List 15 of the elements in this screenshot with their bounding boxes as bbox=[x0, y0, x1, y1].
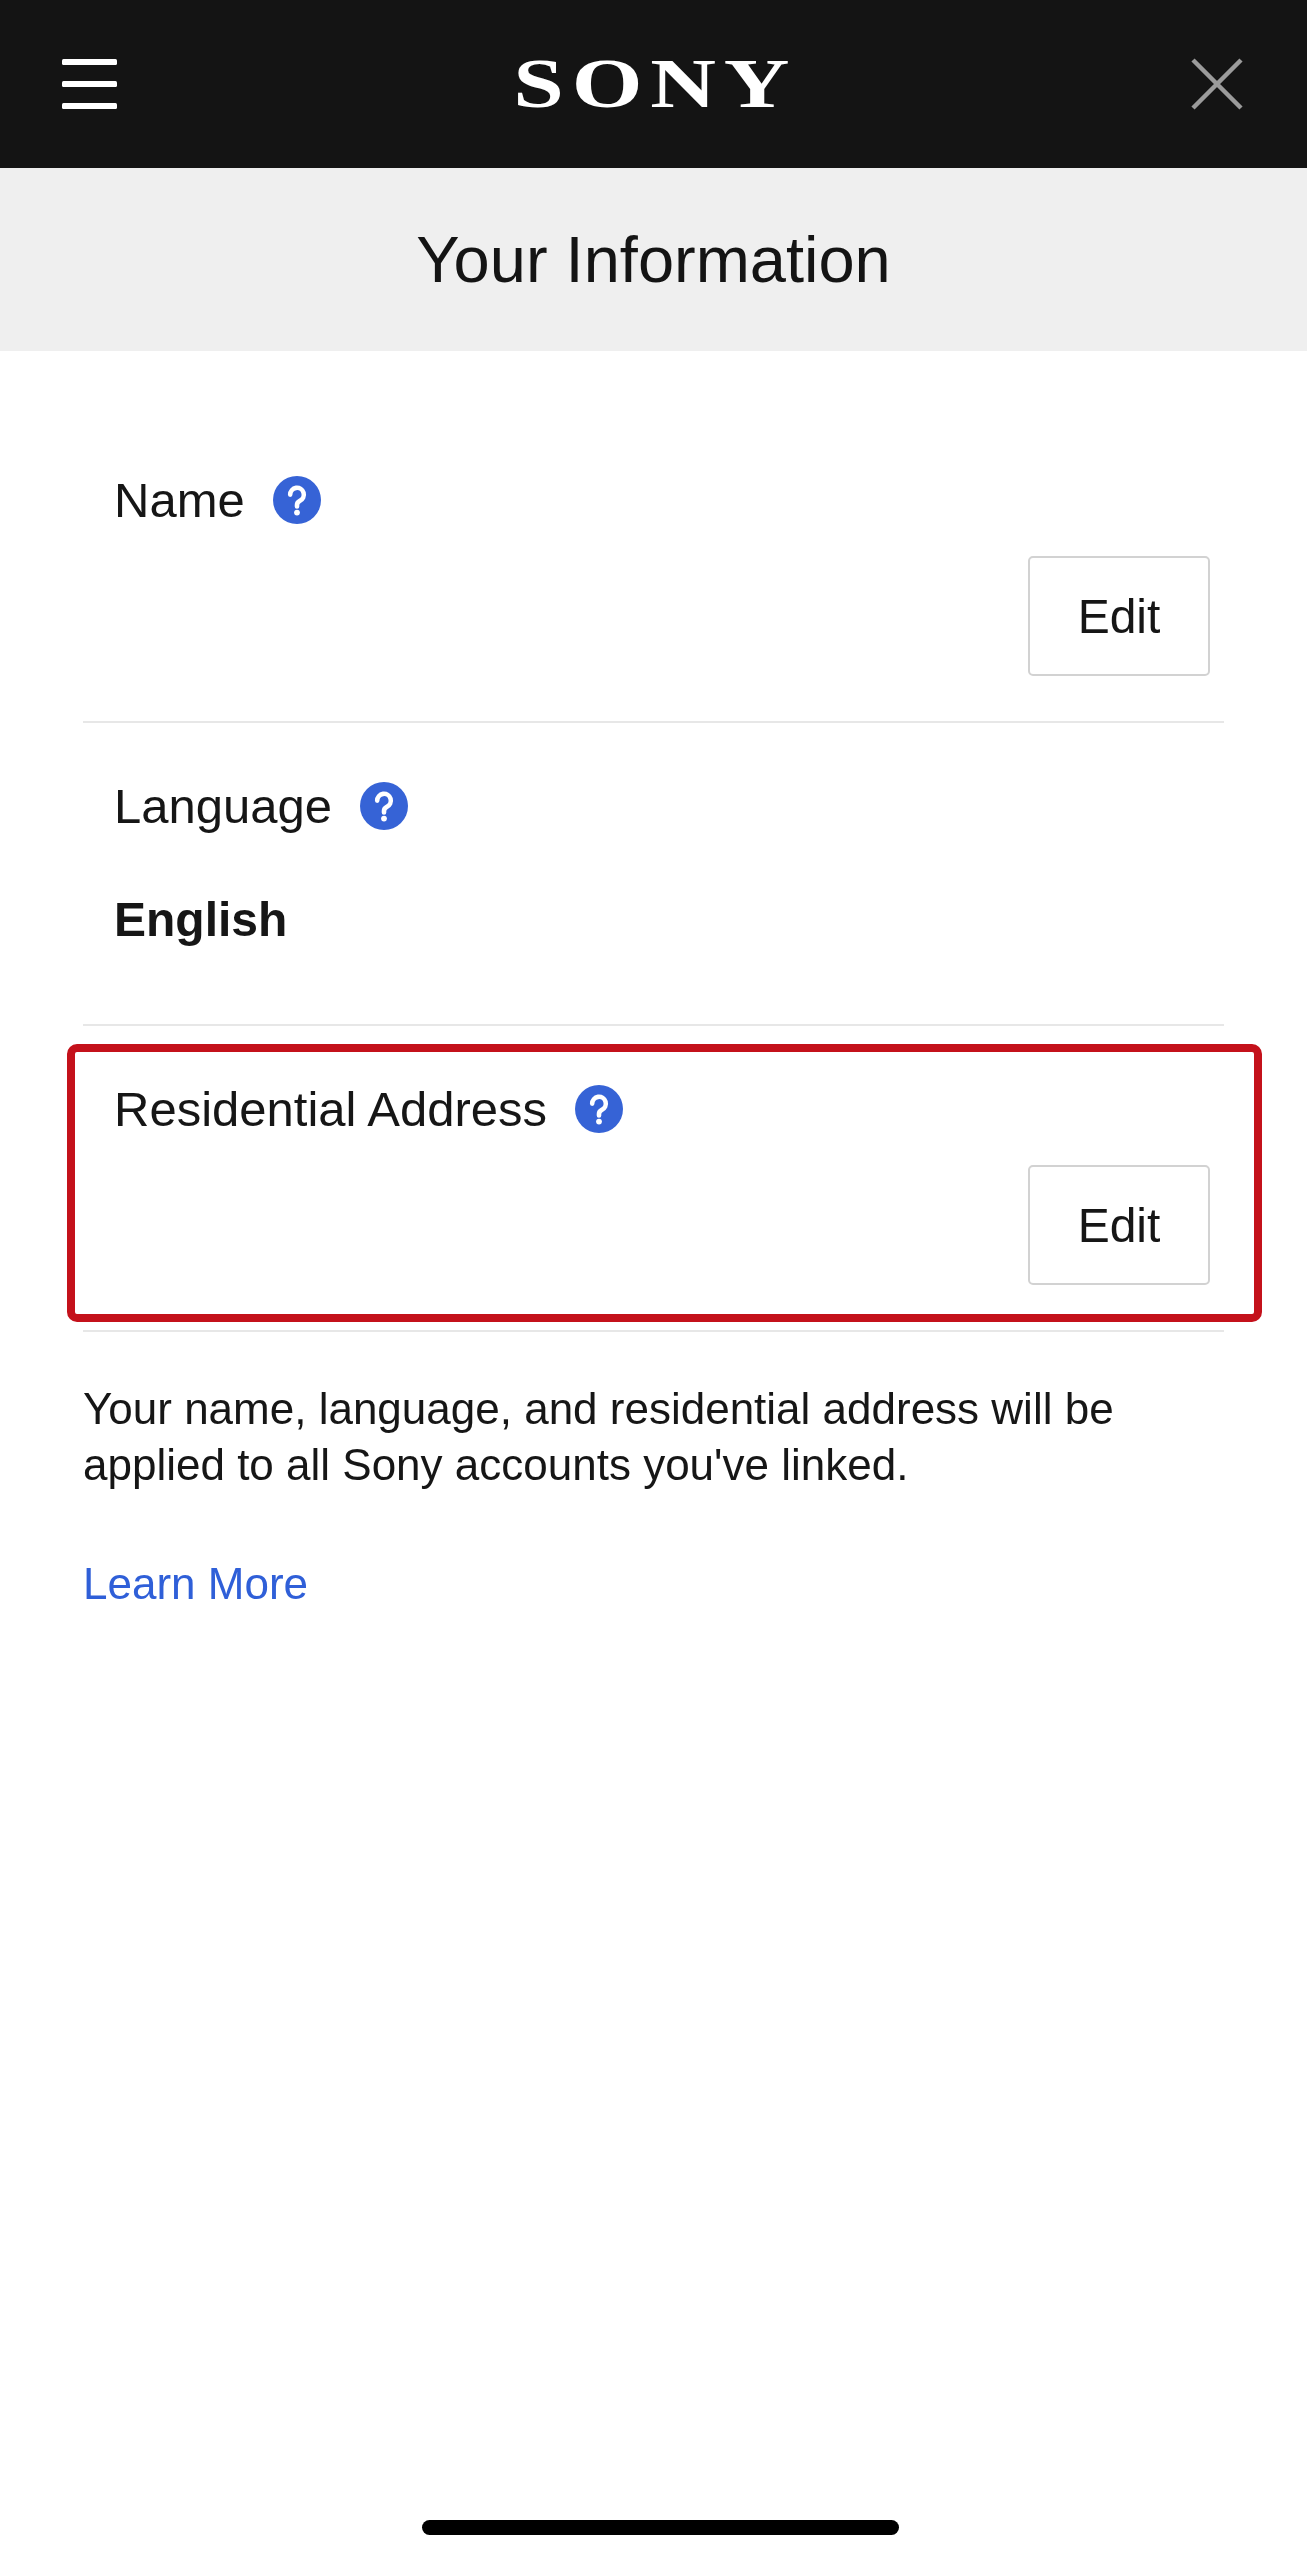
logo: SONY bbox=[513, 49, 798, 119]
field-label: Residential Address bbox=[114, 1081, 548, 1137]
field-label: Language bbox=[114, 778, 332, 834]
help-icon[interactable] bbox=[272, 476, 321, 524]
help-icon[interactable] bbox=[360, 782, 408, 830]
page-title: Your Information bbox=[416, 221, 891, 298]
edit-button[interactable]: Edit bbox=[1028, 556, 1210, 676]
learn-more-link[interactable]: Learn More bbox=[83, 1556, 308, 1612]
field-value: English bbox=[114, 892, 288, 948]
edit-button[interactable]: Edit bbox=[1028, 1165, 1210, 1285]
menu-icon[interactable] bbox=[62, 59, 117, 109]
close-icon[interactable] bbox=[1191, 58, 1243, 110]
info-text: Your name, language, and residential address will be applied to all Sony accounts you've linked. bbox=[83, 1383, 1115, 1491]
field-label: Name bbox=[114, 472, 245, 528]
help-icon[interactable] bbox=[575, 1085, 624, 1133]
